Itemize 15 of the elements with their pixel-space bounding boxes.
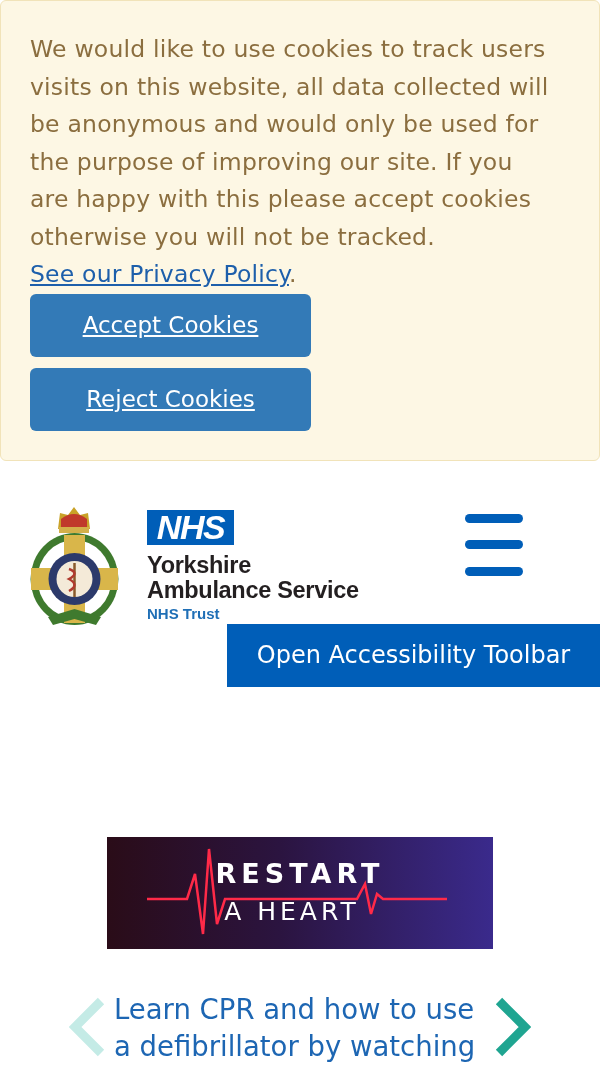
- banner-title: A HEART: [224, 895, 360, 928]
- trust-name: Yorkshire: [147, 552, 251, 578]
- carousel-text: Learn CPR and how to use a defibrillator by watching: [114, 992, 477, 1064]
- privacy-policy-link[interactable]: See our Privacy Policy: [30, 260, 289, 288]
- promo-banner[interactable]: RESTART A HEART: [107, 836, 493, 949]
- cookie-message: We would like to use cookies to track users visits on this website, all data collected will be anonymous and would only be used for the purpose of improving our site. If you are happy with this please accept cookies otherwise you will not be tracked. See our Privacy Policy.: [30, 34, 550, 290]
- accessibility-toolbar-button[interactable]: Open Accessibility Toolbar: [227, 623, 600, 687]
- nhs-logo: NHS: [147, 509, 234, 545]
- trust-name: Ambulance Service: [147, 577, 359, 603]
- banner-title: RESTART: [215, 857, 385, 890]
- accept-cookies-button[interactable]: Accept Cookies: [30, 293, 311, 357]
- next-chevron-icon[interactable]: [493, 997, 531, 1057]
- menu-icon[interactable]: [465, 513, 523, 576]
- reject-cookies-button[interactable]: Reject Cookies: [30, 367, 311, 431]
- trust-subtitle: NHS Trust: [147, 604, 220, 622]
